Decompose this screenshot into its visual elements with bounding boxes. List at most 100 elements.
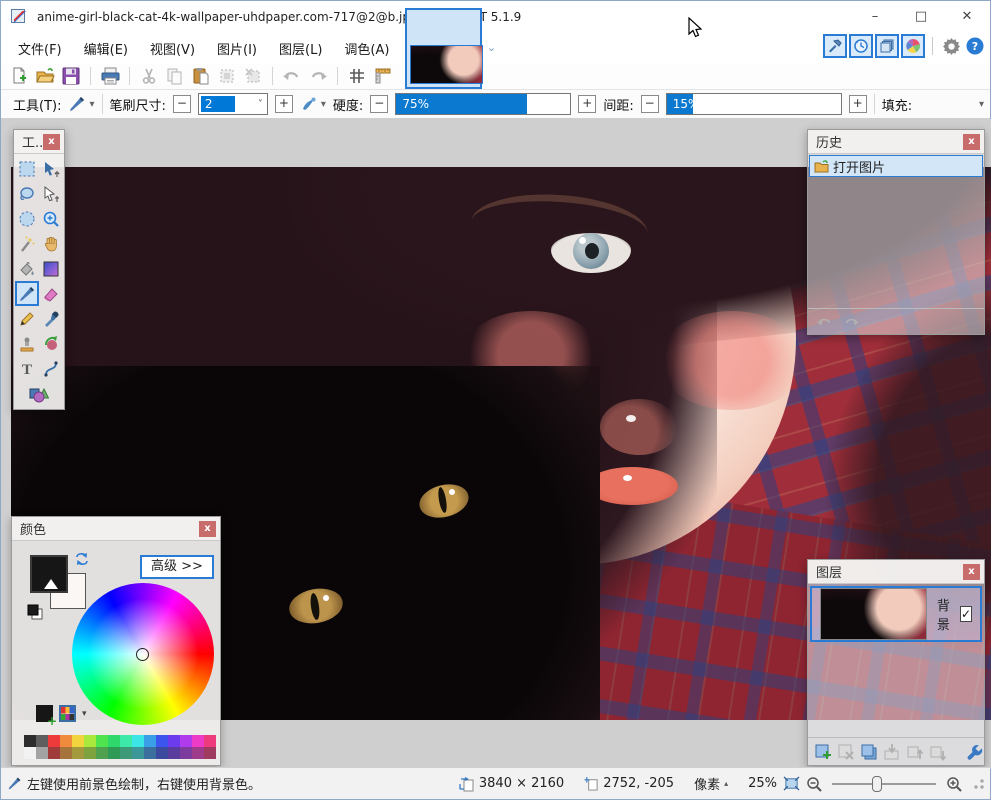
palette-swatch[interactable] (120, 735, 132, 747)
palette-swatch[interactable] (132, 747, 144, 759)
tool-magic-wand[interactable] (15, 231, 39, 256)
tool-paint-bucket[interactable] (15, 256, 39, 281)
duplicate-layer-button[interactable] (860, 741, 879, 763)
zoom-slider-thumb[interactable] (872, 775, 882, 792)
layers-panel-titlebar[interactable]: 图层 x (808, 560, 984, 584)
tool-pan[interactable] (39, 231, 63, 256)
tools-panel-titlebar[interactable]: 工... x (14, 130, 64, 154)
print-icon[interactable] (100, 66, 120, 86)
palette-swatch[interactable] (192, 735, 204, 747)
brush-style-dropdown[interactable]: ▾ (300, 95, 326, 113)
swap-colors-icon[interactable] (74, 551, 90, 571)
layers-panel-close-button[interactable]: x (963, 563, 980, 580)
palette-swatch[interactable] (168, 735, 180, 747)
resize-grip[interactable] (974, 778, 984, 789)
zoom-out-icon[interactable] (806, 776, 822, 792)
palette-swatch[interactable] (96, 747, 108, 759)
palette-menu-icon[interactable] (59, 705, 76, 722)
palette-swatch[interactable] (144, 747, 156, 759)
tool-recolor[interactable] (39, 331, 63, 356)
zoom-slider[interactable] (832, 775, 936, 792)
palette-swatch[interactable] (144, 735, 156, 747)
palette-swatch[interactable] (180, 747, 192, 759)
palette-swatch[interactable] (168, 747, 180, 759)
hardness-increase-button[interactable]: + (578, 95, 597, 113)
menu-layers[interactable]: 图层(L) (268, 35, 333, 62)
layer-visibility-checkbox[interactable]: ✓ (959, 606, 972, 622)
tool-ellipse-select[interactable] (15, 206, 39, 231)
palette-swatch[interactable] (156, 735, 168, 747)
tool-paintbrush[interactable] (15, 281, 39, 306)
units-dropdown[interactable]: 像素 ▴ (694, 774, 728, 793)
tool-text[interactable]: T (15, 356, 39, 381)
palette-swatch[interactable] (36, 747, 48, 759)
colors-panel-close-button[interactable]: x (199, 520, 216, 537)
tool-color-picker[interactable] (39, 306, 63, 331)
add-layer-button[interactable] (814, 741, 833, 763)
palette-swatch[interactable] (108, 735, 120, 747)
colors-window-toggle[interactable] (901, 34, 925, 58)
tool-clone-stamp[interactable] (15, 331, 39, 356)
history-panel-close-button[interactable]: x (963, 133, 980, 150)
menu-image[interactable]: 图片(I) (206, 35, 268, 62)
palette-swatch[interactable] (48, 735, 60, 747)
history-item-open-image[interactable]: 打开图片 (809, 155, 983, 177)
tool-zoom[interactable] (39, 206, 63, 231)
minimize-button[interactable]: – (852, 1, 898, 31)
tool-shapes[interactable] (27, 381, 51, 406)
active-tool-dropdown[interactable]: ▾ (68, 95, 95, 113)
tool-rectangle-select[interactable] (15, 156, 39, 181)
menu-adjustments[interactable]: 调色(A) (333, 35, 400, 62)
palette-swatch[interactable] (60, 747, 72, 759)
palette-swatch[interactable] (96, 735, 108, 747)
palette-swatch[interactable] (120, 747, 132, 759)
toggle-grid-icon[interactable] (347, 66, 367, 86)
menu-file[interactable]: 文件(F) (7, 35, 73, 62)
image-list-chevron-icon[interactable]: ⌄ (484, 41, 498, 55)
zoom-in-icon[interactable] (946, 776, 962, 792)
zoom-to-window-icon[interactable] (783, 776, 800, 791)
layer-properties-button[interactable] (965, 741, 984, 763)
settings-button[interactable] (940, 35, 962, 57)
help-button[interactable]: ? (964, 35, 986, 57)
new-file-icon[interactable] (9, 66, 29, 86)
menu-edit[interactable]: 编辑(E) (73, 35, 139, 62)
layers-window-toggle[interactable] (875, 34, 899, 58)
spacing-increase-button[interactable]: + (848, 95, 867, 113)
palette-swatch[interactable] (192, 747, 204, 759)
tool-pencil[interactable] (15, 306, 39, 331)
add-color-to-palette-icon[interactable] (36, 705, 57, 728)
palette-swatch[interactable] (72, 735, 84, 747)
toggle-ruler-icon[interactable] (373, 66, 393, 86)
palette-swatch[interactable] (204, 747, 216, 759)
hardness-decrease-button[interactable]: − (370, 95, 389, 113)
palette-swatch[interactable] (132, 735, 144, 747)
palette-swatch[interactable] (72, 747, 84, 759)
brush-size-increase-button[interactable]: + (274, 95, 293, 113)
tool-eraser[interactable] (39, 281, 63, 306)
spacing-decrease-button[interactable]: − (640, 95, 659, 113)
tools-panel-close-button[interactable]: x (43, 133, 60, 150)
palette-swatch[interactable] (204, 735, 216, 747)
brush-size-combo[interactable]: 2 ˅ (197, 93, 268, 115)
palette-swatch[interactable] (84, 747, 96, 759)
layer-item-background[interactable]: 背景 ✓ (810, 586, 982, 642)
tool-line-curve[interactable] (39, 356, 63, 381)
palette-swatch[interactable] (180, 735, 192, 747)
advanced-colors-button[interactable]: 高级 >> (140, 555, 214, 579)
palette-swatch[interactable] (60, 735, 72, 747)
palette-swatch[interactable] (24, 735, 36, 747)
save-file-icon[interactable] (61, 66, 81, 86)
palette-swatch[interactable] (36, 735, 48, 747)
history-panel-titlebar[interactable]: 历史 x (808, 130, 984, 154)
hardness-slider[interactable]: 75% (395, 93, 572, 115)
palette-swatch[interactable] (156, 747, 168, 759)
palette-swatch[interactable] (24, 747, 36, 759)
tool-gradient[interactable] (39, 256, 63, 281)
brush-size-decrease-button[interactable]: − (172, 95, 191, 113)
menu-view[interactable]: 视图(V) (139, 35, 206, 62)
image-tab[interactable] (405, 8, 483, 89)
tool-move-selection[interactable] (39, 181, 63, 206)
maximize-button[interactable]: □ (898, 1, 944, 31)
palette-swatch[interactable] (84, 735, 96, 747)
